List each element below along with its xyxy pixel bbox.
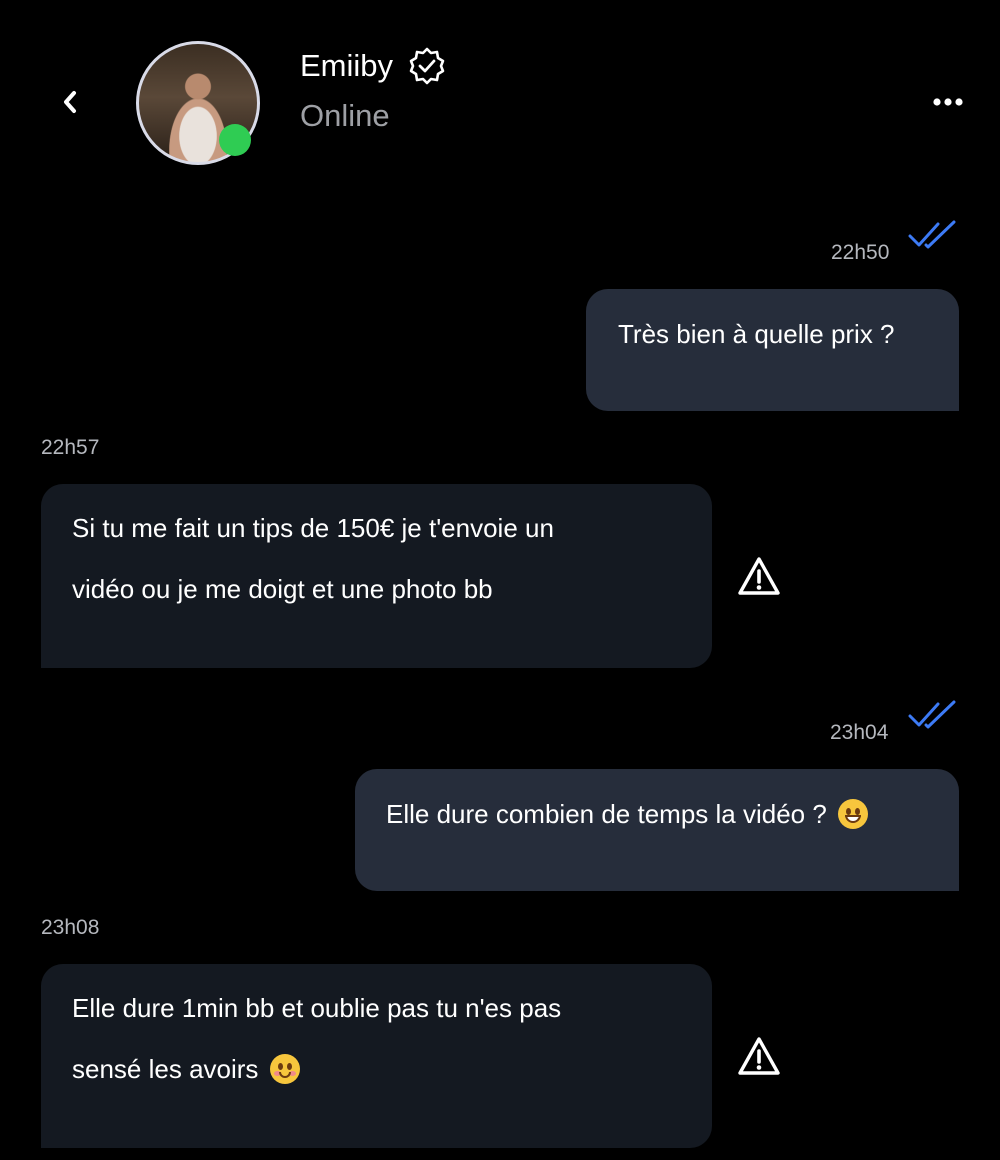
grinning-face-emoji-icon [838, 799, 869, 829]
chevron-left-icon [64, 91, 76, 113]
contact-name: Emiiby [300, 48, 394, 83]
message-timestamp: 23h08 [41, 916, 100, 939]
message-timestamp: 22h57 [41, 436, 100, 459]
message-timestamp: 23h04 [830, 721, 889, 744]
more-horizontal-icon [933, 98, 963, 106]
report-warning-icon[interactable] [737, 555, 781, 599]
message-line: Elle dure 1min bb et oublie pas tu n'es … [72, 993, 562, 1023]
back-button[interactable] [50, 82, 90, 122]
message-text: Très bien à quelle prix ? [618, 319, 895, 349]
message-timestamp: 22h50 [831, 241, 890, 264]
message-line: Si tu me fait un tips de 150€ je t'envoi… [72, 513, 554, 543]
message-text: Elle dure 1min bb et oublie pas tu n'es … [72, 993, 712, 1084]
message-bubble-incoming[interactable]: Elle dure 1min bb et oublie pas tu n'es … [41, 964, 712, 1148]
verified-badge-icon [409, 47, 445, 85]
report-warning-icon[interactable] [737, 1035, 781, 1079]
message-bubble-outgoing[interactable]: Elle dure combien de temps la vidéo ? [355, 769, 959, 891]
read-receipt-icon [908, 700, 956, 729]
message-line: vidéo ou je me doigt et une photo bb [72, 574, 493, 604]
message-text: Si tu me fait un tips de 150€ je t'envoi… [72, 513, 712, 604]
message-line: sensé les avoirs [72, 1054, 259, 1084]
online-indicator [219, 124, 251, 156]
message-bubble-outgoing[interactable]: Très bien à quelle prix ? [586, 289, 959, 411]
contact-status: Online [300, 98, 390, 133]
message-text: Elle dure combien de temps la vidéo ? [386, 799, 827, 829]
read-receipt-icon [908, 220, 956, 249]
contact-avatar[interactable] [136, 41, 260, 165]
contact-name-row[interactable]: Emiiby [300, 44, 447, 88]
smiling-face-with-blush-emoji-icon [269, 1054, 300, 1084]
message-bubble-incoming[interactable]: Si tu me fait un tips de 150€ je t'envoi… [41, 484, 712, 668]
chat-header: Emiiby Online [0, 0, 1000, 200]
message-line-row: sensé les avoirs [72, 1054, 712, 1084]
more-options-button[interactable] [928, 86, 968, 118]
